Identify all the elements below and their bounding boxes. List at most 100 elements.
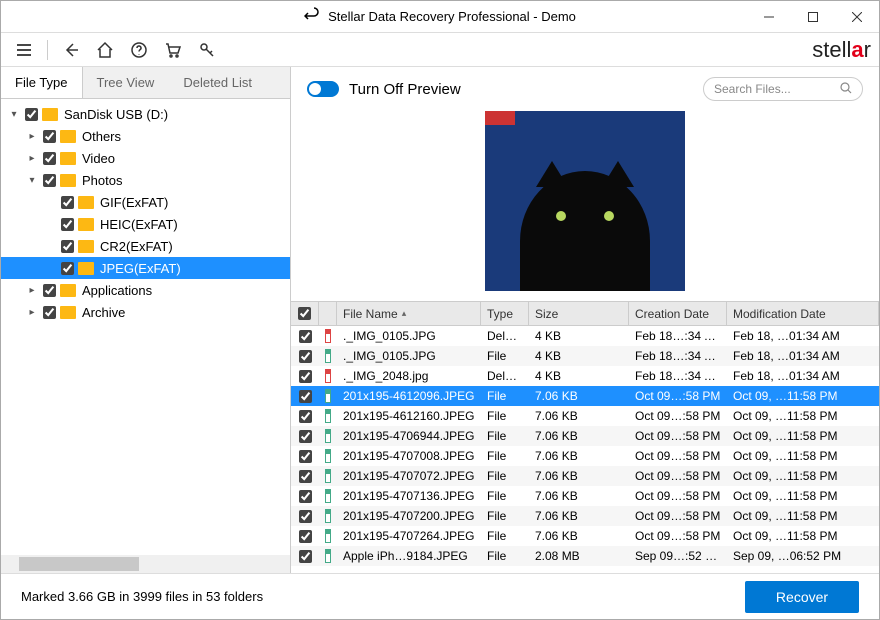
- row-checkbox[interactable]: [299, 350, 312, 363]
- tree-node[interactable]: ▸ Archive: [1, 301, 290, 323]
- folder-icon: [60, 174, 76, 187]
- tree-twisty-icon[interactable]: ▸: [25, 285, 39, 296]
- file-type: File: [481, 489, 529, 503]
- file-row[interactable]: ._IMG_2048.jpgDel…ile4 KBFeb 18…:34 AMFe…: [291, 366, 879, 386]
- tree-checkbox[interactable]: [61, 196, 74, 209]
- tree-node[interactable]: ▸Others: [1, 125, 290, 147]
- grid-body[interactable]: ._IMG_0105.JPGDel…ile4 KBFeb 18…:34 AMFe…: [291, 326, 879, 573]
- tree-checkbox[interactable]: [61, 218, 74, 231]
- tree-checkbox[interactable]: [25, 108, 38, 121]
- tree-checkbox[interactable]: [43, 306, 56, 319]
- row-checkbox[interactable]: [299, 370, 312, 383]
- brand-logo: stellar: [812, 37, 871, 63]
- preview-image: [485, 111, 685, 291]
- file-row[interactable]: 201x195-4612096.JPEGFile7.06 KBOct 09…:5…: [291, 386, 879, 406]
- tree-node[interactable]: ▸Video: [1, 147, 290, 169]
- row-checkbox[interactable]: [299, 410, 312, 423]
- back-button[interactable]: [56, 35, 86, 65]
- minimize-button[interactable]: [747, 1, 791, 33]
- tree-label: Archive: [82, 305, 125, 320]
- preview-toggle[interactable]: [307, 81, 339, 97]
- file-row[interactable]: ._IMG_0105.JPGFile4 KBFeb 18…:34 AMFeb 1…: [291, 346, 879, 366]
- folder-icon: [78, 262, 94, 275]
- cart-button[interactable]: [158, 35, 188, 65]
- file-icon: [325, 349, 331, 363]
- tree-node[interactable]: GIF(ExFAT): [1, 191, 290, 213]
- file-name: 201x195-4707264.JPEG: [337, 529, 481, 543]
- tree-checkbox[interactable]: [43, 130, 56, 143]
- search-input[interactable]: Search Files...: [703, 77, 863, 101]
- file-type: File: [481, 509, 529, 523]
- tree-checkbox[interactable]: [61, 240, 74, 253]
- preview-header: Turn Off Preview Search Files...: [291, 67, 879, 111]
- tree-twisty-icon[interactable]: ▸: [25, 153, 39, 164]
- file-creation-date: Oct 09…:58 PM: [629, 389, 727, 403]
- file-creation-date: Oct 09…:58 PM: [629, 449, 727, 463]
- file-creation-date: Feb 18…:34 AM: [629, 349, 727, 363]
- file-modification-date: Oct 09, …11:58 PM: [727, 409, 879, 423]
- file-name: ._IMG_0105.JPG: [337, 349, 481, 363]
- file-name: 201x195-4707136.JPEG: [337, 489, 481, 503]
- header-checkbox[interactable]: [291, 302, 319, 325]
- help-button[interactable]: [124, 35, 154, 65]
- col-size[interactable]: Size: [529, 302, 629, 325]
- horizontal-scrollbar[interactable]: [1, 555, 290, 573]
- col-creation-date[interactable]: Creation Date: [629, 302, 727, 325]
- tree-node[interactable]: JPEG(ExFAT): [1, 257, 290, 279]
- file-modification-date: Oct 09, …11:58 PM: [727, 449, 879, 463]
- row-checkbox[interactable]: [299, 510, 312, 523]
- file-row[interactable]: 201x195-4707264.JPEGFile7.06 KBOct 09…:5…: [291, 526, 879, 546]
- tree-twisty-icon[interactable]: ▸: [25, 131, 39, 142]
- file-row[interactable]: 201x195-4707072.JPEGFile7.06 KBOct 09…:5…: [291, 466, 879, 486]
- row-checkbox[interactable]: [299, 470, 312, 483]
- tab-deleted-list[interactable]: Deleted List: [169, 67, 267, 98]
- menu-button[interactable]: [9, 35, 39, 65]
- file-size: 2.08 MB: [529, 549, 629, 563]
- row-checkbox[interactable]: [299, 430, 312, 443]
- tree-node[interactable]: ▾SanDisk USB (D:): [1, 103, 290, 125]
- maximize-button[interactable]: [791, 1, 835, 33]
- file-row[interactable]: 201x195-4612160.JPEGFile7.06 KBOct 09…:5…: [291, 406, 879, 426]
- row-checkbox[interactable]: [299, 390, 312, 403]
- status-text: Marked 3.66 GB in 3999 files in 53 folde…: [21, 589, 263, 604]
- tree-twisty-icon[interactable]: ▾: [7, 109, 21, 120]
- row-checkbox[interactable]: [299, 330, 312, 343]
- tree-checkbox[interactable]: [43, 174, 56, 187]
- close-button[interactable]: [835, 1, 879, 33]
- file-row[interactable]: Apple iPh…9184.JPEGFile2.08 MBSep 09…:52…: [291, 546, 879, 566]
- tree-node[interactable]: ▸Applications: [1, 279, 290, 301]
- file-row[interactable]: 201x195-4707200.JPEGFile7.06 KBOct 09…:5…: [291, 506, 879, 526]
- tree-twisty-icon[interactable]: ▸: [25, 307, 39, 318]
- tab-file-type[interactable]: File Type: [1, 67, 83, 98]
- tree-node[interactable]: HEIC(ExFAT): [1, 213, 290, 235]
- home-button[interactable]: [90, 35, 120, 65]
- row-checkbox[interactable]: [299, 530, 312, 543]
- col-file-name[interactable]: File Name▴: [337, 302, 481, 325]
- row-checkbox[interactable]: [299, 550, 312, 563]
- col-modification-date[interactable]: Modification Date: [727, 302, 879, 325]
- file-icon: [325, 369, 331, 383]
- tree-twisty-icon[interactable]: ▾: [25, 175, 39, 186]
- col-type[interactable]: Type: [481, 302, 529, 325]
- folder-tree[interactable]: ▾SanDisk USB (D:)▸Others▸Video▾PhotosGIF…: [1, 99, 290, 555]
- file-row[interactable]: 201x195-4707008.JPEGFile7.06 KBOct 09…:5…: [291, 446, 879, 466]
- recover-button[interactable]: Recover: [745, 581, 859, 613]
- tree-node[interactable]: CR2(ExFAT): [1, 235, 290, 257]
- file-row[interactable]: ._IMG_0105.JPGDel…ile4 KBFeb 18…:34 AMFe…: [291, 326, 879, 346]
- row-checkbox[interactable]: [299, 490, 312, 503]
- file-row[interactable]: 201x195-4707136.JPEGFile7.06 KBOct 09…:5…: [291, 486, 879, 506]
- tree-node[interactable]: ▾Photos: [1, 169, 290, 191]
- file-modification-date: Oct 09, …11:58 PM: [727, 429, 879, 443]
- file-type: File: [481, 409, 529, 423]
- right-panel: Turn Off Preview Search Files...: [291, 67, 879, 573]
- tree-checkbox[interactable]: [61, 262, 74, 275]
- file-icon: [325, 549, 331, 563]
- tree-checkbox[interactable]: [43, 284, 56, 297]
- row-checkbox[interactable]: [299, 450, 312, 463]
- file-row[interactable]: 201x195-4706944.JPEGFile7.06 KBOct 09…:5…: [291, 426, 879, 446]
- key-button[interactable]: [192, 35, 222, 65]
- tab-tree-view[interactable]: Tree View: [83, 67, 170, 98]
- file-creation-date: Feb 18…:34 AM: [629, 329, 727, 343]
- undo-icon: [304, 7, 320, 26]
- tree-checkbox[interactable]: [43, 152, 56, 165]
